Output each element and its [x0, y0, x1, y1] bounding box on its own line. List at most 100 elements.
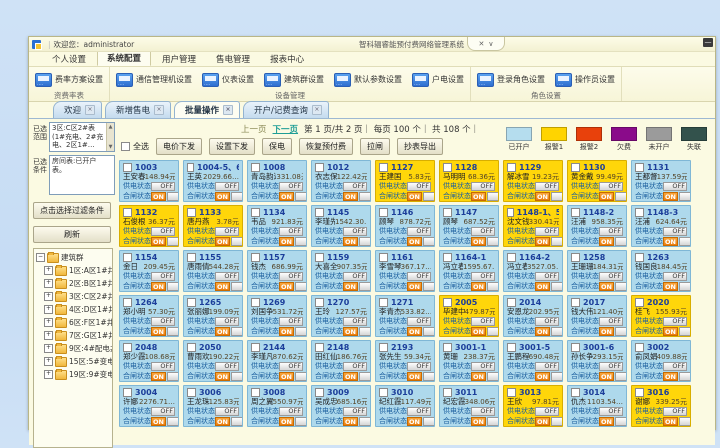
- toolbar-button-保电[interactable]: 保电: [262, 138, 292, 155]
- ribbon-item-通信管理机设置[interactable]: 通信管理机设置: [116, 73, 192, 87]
- meter-card[interactable]: 2148田红仙186.76元供电状态OFF合闸状态ON: [311, 340, 371, 382]
- tree-item[interactable]: +2区:B区1#井(B区1#: [36, 277, 112, 290]
- meter-card[interactable]: 3001-1黄珊238.37元供电状态OFF合闸状态ON: [439, 340, 499, 382]
- meter-card[interactable]: 1146顾琴878.72元供电状态OFF合闸状态ON: [375, 205, 435, 247]
- meter-card[interactable]: 3010纪红霞117.49元供电状态OFF合闸状态ON: [375, 385, 435, 427]
- meter-card[interactable]: 1003王安春148.94元供电状态OFF合闸状态ON: [119, 160, 179, 202]
- collapse-icon[interactable]: −: [36, 253, 45, 262]
- scroll-down-icon[interactable]: ▼: [109, 143, 113, 152]
- tree-item[interactable]: +4区:D区1#井(D区1: [36, 303, 112, 316]
- meter-card[interactable]: 3004许娜2276.71…供电状态OFF合闸状态ON: [119, 385, 179, 427]
- close-icon[interactable]: ×: [223, 105, 233, 115]
- meter-card[interactable]: 3008周之翼550.97元供电状态OFF合闸状态ON: [247, 385, 307, 427]
- tree-item[interactable]: +15区:5#变电站(3#变: [36, 355, 112, 368]
- ribbon-item-默认参数设置[interactable]: 默认参数设置: [334, 73, 402, 87]
- meter-card[interactable]: 1148-1、5、22沈文钱330.41元供电状态OFF合闸状态ON: [503, 205, 563, 247]
- ribbon-tab-售电管理[interactable]: 售电管理: [207, 51, 259, 66]
- meter-card[interactable]: 3001-5王鹏程690.48元供电状态OFF合闸状态ON: [503, 340, 563, 382]
- meter-card[interactable]: 1148-2汪浦958.35元供电状态OFF合闸状态ON: [567, 205, 627, 247]
- meter-card[interactable]: 1134韦品921.83元供电状态OFF合闸状态ON: [247, 205, 307, 247]
- close-icon[interactable]: ×: [154, 105, 164, 115]
- meter-card[interactable]: 2005毕建中479.87元供电状态OFF合闸状态ON: [439, 295, 499, 337]
- meter-card[interactable]: 1148-3汪浦624.64元供电状态OFF合闸状态ON: [631, 205, 691, 247]
- meter-card[interactable]: 1258王珊珊184.31元供电状态OFF合闸状态ON: [567, 250, 627, 292]
- meter-card[interactable]: 2193张先生59.34元供电状态OFF合闸状态ON: [375, 340, 435, 382]
- meter-card[interactable]: 3016谢娜339.25元供电状态OFF合闸状态ON: [631, 385, 691, 427]
- scroll-up-icon[interactable]: ▲: [109, 123, 113, 132]
- expand-icon[interactable]: +: [44, 292, 53, 301]
- expand-icon[interactable]: +: [44, 370, 53, 379]
- ribbon-item-建筑群设置[interactable]: 建筑群设置: [264, 73, 324, 87]
- tree-item[interactable]: +9区:4#配电井(4#配: [36, 342, 112, 355]
- meter-card[interactable]: 3001-6孙长争293.15元供电状态OFF合闸状态ON: [567, 340, 627, 382]
- ribbon-item-费率方案设置[interactable]: 费率方案设置: [35, 73, 103, 87]
- ribbon-item-仪表设置[interactable]: 仪表设置: [202, 73, 254, 87]
- meter-card[interactable]: 1157钱杰686.99元供电状态OFF合闸状态ON: [247, 250, 307, 292]
- meter-card[interactable]: 3002俞凤娟409.88元供电状态OFF合闸状态ON: [631, 340, 691, 382]
- meter-card[interactable]: 1145李瑾先1542.30…供电状态OFF合闸状态ON: [311, 205, 371, 247]
- toolbar-button-拉闸[interactable]: 拉闸: [360, 138, 390, 155]
- meter-card[interactable]: 1147顾琴687.52元供电状态OFF合闸状态ON: [439, 205, 499, 247]
- meter-card[interactable]: 1164-1冯立春1595.67…供电状态OFF合闸状态ON: [439, 250, 499, 292]
- close-icon[interactable]: ×: [312, 105, 322, 115]
- meter-card[interactable]: 2014安恩龙202.95元供电状态OFF合闸状态ON: [503, 295, 563, 337]
- meter-card[interactable]: 1127王建国5.83元供电状态OFF合闸状态ON: [375, 160, 435, 202]
- doc-tab-新增售电[interactable]: 新增售电×: [105, 101, 171, 118]
- meter-card[interactable]: 1271李青杰533.82…供电状态OFF合闸状态ON: [375, 295, 435, 337]
- meter-card[interactable]: 1131王都督137.59元供电状态OFF合闸状态ON: [631, 160, 691, 202]
- selected-range-box[interactable]: 3区:C区2#表(1#充电、2#充电、2区1#… ▲▼: [49, 122, 115, 152]
- meter-card[interactable]: 1128马明明68.36元供电状态OFF合闸状态ON: [439, 160, 499, 202]
- expand-icon[interactable]: +: [44, 344, 53, 353]
- meter-card[interactable]: 3013王欣97.81元供电状态OFF合闸状态ON: [503, 385, 563, 427]
- meter-card[interactable]: 2017钱大伟121.40元供电状态OFF合闸状态ON: [567, 295, 627, 337]
- expand-icon[interactable]: +: [44, 357, 53, 366]
- close-icon[interactable]: ×: [85, 105, 95, 115]
- meter-card[interactable]: 1133唐丹燕3.78元供电状态OFF合闸状态ON: [183, 205, 243, 247]
- select-all-checkbox[interactable]: [121, 142, 130, 151]
- toolbar-button-设置下发[interactable]: 设置下发: [209, 138, 255, 155]
- tree-item[interactable]: +3区:C区2#井(1#会: [36, 290, 112, 303]
- ribbon-item-登录角色设置[interactable]: 登录角色设置: [477, 73, 545, 87]
- meter-card[interactable]: 3011纪宏霞348.06元供电状态OFF合闸状态ON: [439, 385, 499, 427]
- meter-card[interactable]: 3006王龙珠125.83元供电状态OFF合闸状态ON: [183, 385, 243, 427]
- customize-icon[interactable]: ✕: [479, 40, 485, 48]
- ribbon-tab-报表中心[interactable]: 报表中心: [261, 51, 313, 66]
- meter-card[interactable]: 1270王玲127.57元供电状态OFF合闸状态ON: [311, 295, 371, 337]
- ribbon-item-操作员设置[interactable]: 操作员设置: [555, 73, 615, 87]
- meter-card[interactable]: 3009吴成忠685.16元供电状态OFF合闸状态ON: [311, 385, 371, 427]
- meter-card[interactable]: 1008青岛韵达331.08元供电状态OFF合闸状态ON: [247, 160, 307, 202]
- ribbon-tab-用户管理[interactable]: 用户管理: [153, 51, 205, 66]
- expand-icon[interactable]: +: [44, 318, 53, 327]
- next-page-link[interactable]: 下一页: [273, 123, 299, 135]
- meter-card[interactable]: 1012衣志保122.42元供电状态OFF合闸状态ON: [311, 160, 371, 202]
- meter-card[interactable]: 2144李瑾凡870.62元供电状态OFF合闸状态ON: [247, 340, 307, 382]
- meter-card[interactable]: 1155唐雨倩544.28元供电状态OFF合闸状态ON: [183, 250, 243, 292]
- toolbar-button-电价下发[interactable]: 电价下发: [156, 138, 202, 155]
- choose-filter-button[interactable]: 点击选择过滤条件: [33, 202, 111, 219]
- meter-card[interactable]: 2048郑少霞108.68元供电状态OFF合闸状态ON: [119, 340, 179, 382]
- meter-card[interactable]: 1269刘国争531.72元供电状态OFF合闸状态ON: [247, 295, 307, 337]
- meter-card[interactable]: 1161李雪琴367.17…供电状态OFF合闸状态ON: [375, 250, 435, 292]
- refresh-button[interactable]: 刷新: [33, 226, 111, 243]
- meter-card[interactable]: 2020桂飞155.93元供电状态OFF合闸状态ON: [631, 295, 691, 337]
- tree-item[interactable]: +19区:9#变电站(2#楼: [36, 368, 112, 381]
- meter-card[interactable]: 1130黄金戴99.49元供电状态OFF合闸状态ON: [567, 160, 627, 202]
- meter-card[interactable]: 1132石俊根36.37元供电状态OFF合闸状态ON: [119, 205, 179, 247]
- tree-item[interactable]: +1区:A区1#井: [36, 264, 112, 277]
- ribbon-item-户电设置[interactable]: 户电设置: [412, 73, 464, 87]
- chevron-down-icon[interactable]: ∨: [488, 40, 493, 48]
- meter-card[interactable]: 1004-5、6、7王英2029.66…供电状态OFF合闸状态ON: [183, 160, 243, 202]
- selected-condition-box[interactable]: 房间表:已开户表。: [49, 155, 115, 195]
- meter-card[interactable]: 3014仇杰1103.54…供电状态OFF合闸状态ON: [567, 385, 627, 427]
- meter-card[interactable]: 1264郑小明57.30元供电状态OFF合闸状态ON: [119, 295, 179, 337]
- tree-root[interactable]: −建筑群: [36, 251, 112, 264]
- meter-card[interactable]: 2050曹雨欢190.22元供电状态OFF合闸状态ON: [183, 340, 243, 382]
- ribbon-collapse-control[interactable]: ✕ ∨: [467, 37, 505, 51]
- expand-icon[interactable]: +: [44, 279, 53, 288]
- prev-page-link[interactable]: 上一页: [241, 123, 267, 135]
- tree-item[interactable]: +7区:G区1#井: [36, 329, 112, 342]
- select-all-control[interactable]: 全选: [121, 141, 149, 152]
- scrollbar[interactable]: ▲▼: [106, 123, 114, 151]
- meter-card[interactable]: 1129解冰雪19.23元供电状态OFF合闸状态ON: [503, 160, 563, 202]
- tree-item[interactable]: +6区:F区1#井(F区1#: [36, 316, 112, 329]
